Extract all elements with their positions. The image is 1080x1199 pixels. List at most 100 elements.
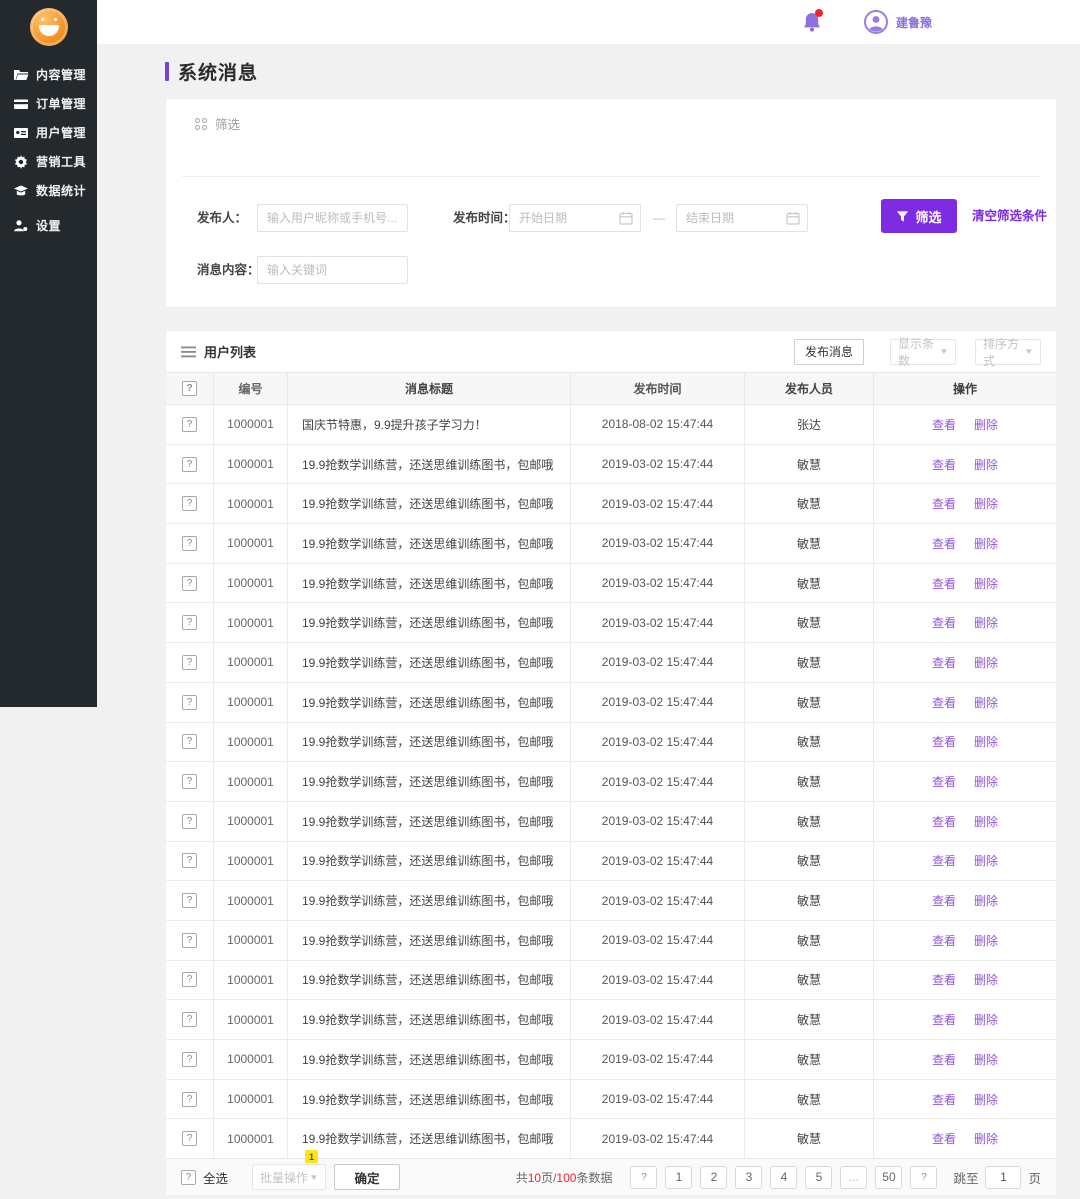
sidebar: 内容管理 订单管理 用户管理 营销工具 数据统计 设置	[0, 0, 97, 707]
delete-link[interactable]: 删除	[974, 1130, 998, 1147]
delete-link[interactable]: 删除	[974, 654, 998, 671]
user-menu[interactable]: 建鲁豫	[863, 10, 932, 34]
sort-order-dropdown[interactable]: 排序方式 ▼	[975, 337, 1041, 368]
view-link[interactable]: 查看	[932, 694, 956, 711]
row-checkbox[interactable]: ?	[182, 734, 197, 750]
delete-link[interactable]: 删除	[974, 416, 998, 433]
page-jump-input[interactable]	[985, 1165, 1022, 1189]
view-link[interactable]: 查看	[932, 773, 956, 790]
table-row: ? 1000001 19.9抢数学训练营，还送思维训练图书，包邮哦 2019-0…	[166, 1119, 1056, 1160]
row-checkbox[interactable]: ?	[182, 1012, 197, 1028]
publisher-input[interactable]	[257, 204, 408, 232]
view-link[interactable]: 查看	[932, 456, 956, 473]
cell-title: 19.9抢数学训练营，还送思维训练图书，包邮哦	[288, 801, 571, 841]
delete-link[interactable]: 删除	[974, 575, 998, 592]
sidebar-item-2[interactable]: 用户管理	[0, 118, 97, 147]
table-row: ? 1000001 19.9抢数学训练营，还送思维训练图书，包邮哦 2019-0…	[166, 1000, 1056, 1040]
view-link[interactable]: 查看	[932, 1130, 956, 1147]
prev-page-button[interactable]: ?	[630, 1165, 658, 1189]
delete-link[interactable]: 删除	[974, 971, 998, 988]
view-link[interactable]: 查看	[932, 614, 956, 631]
sidebar-item-0[interactable]: 内容管理	[0, 60, 97, 89]
view-link[interactable]: 查看	[932, 892, 956, 909]
delete-link[interactable]: 删除	[974, 456, 998, 473]
view-link[interactable]: 查看	[932, 575, 956, 592]
display-count-dropdown[interactable]: 显示条数 ▼	[890, 337, 956, 368]
clear-filters-link[interactable]: 清空筛选条件	[972, 199, 1047, 233]
row-checkbox[interactable]: ?	[182, 853, 197, 869]
notification-bell-icon[interactable]	[802, 9, 823, 33]
cell-title: 19.9抢数学训练营，还送思维训练图书，包邮哦	[288, 643, 571, 682]
view-link[interactable]: 查看	[932, 813, 956, 830]
row-checkbox[interactable]: ?	[182, 972, 197, 988]
page-button-2[interactable]: 2	[700, 1165, 728, 1189]
row-checkbox[interactable]: ?	[182, 416, 197, 432]
message-content-input[interactable]	[257, 256, 408, 284]
view-link[interactable]: 查看	[932, 416, 956, 433]
delete-link[interactable]: 删除	[974, 535, 998, 552]
app-logo-icon[interactable]	[29, 8, 68, 46]
row-checkbox[interactable]: ?	[182, 654, 197, 670]
delete-link[interactable]: 删除	[974, 1091, 998, 1108]
cell-id: 1000001	[214, 484, 288, 524]
page-button-50[interactable]: 50	[875, 1165, 903, 1189]
delete-link[interactable]: 删除	[974, 892, 998, 909]
confirm-button[interactable]: 确定	[334, 1164, 401, 1190]
view-link[interactable]: 查看	[932, 971, 956, 988]
delete-link[interactable]: 删除	[974, 614, 998, 631]
view-link[interactable]: 查看	[932, 733, 956, 750]
sidebar-item-3[interactable]: 营销工具	[0, 147, 97, 176]
page-button-5[interactable]: 5	[805, 1165, 833, 1189]
row-checkbox[interactable]: ?	[182, 774, 197, 790]
stats-icon	[13, 183, 29, 199]
delete-link[interactable]: 删除	[974, 694, 998, 711]
row-checkbox[interactable]: ?	[182, 496, 197, 512]
delete-link[interactable]: 删除	[974, 932, 998, 949]
row-checkbox[interactable]: ?	[182, 1131, 197, 1147]
select-all-checkbox[interactable]: ?	[182, 381, 197, 396]
cell-id: 1000001	[214, 603, 288, 643]
delete-link[interactable]: 删除	[974, 852, 998, 869]
publish-message-button[interactable]: 发布消息	[793, 338, 864, 365]
row-checkbox[interactable]: ?	[182, 456, 197, 472]
delete-link[interactable]: 删除	[974, 813, 998, 830]
row-checkbox[interactable]: ?	[182, 893, 197, 909]
row-checkbox[interactable]: ?	[182, 932, 197, 948]
view-link[interactable]: 查看	[932, 1091, 956, 1108]
sidebar-item-1[interactable]: 订单管理	[0, 89, 97, 118]
view-link[interactable]: 查看	[932, 654, 956, 671]
filter-button[interactable]: 筛选	[881, 199, 957, 233]
view-link[interactable]: 查看	[932, 1051, 956, 1068]
row-checkbox[interactable]: ?	[182, 1091, 197, 1107]
view-link[interactable]: 查看	[932, 495, 956, 512]
cell-id: 1000001	[214, 444, 288, 484]
row-checkbox[interactable]: ?	[182, 535, 197, 551]
delete-link[interactable]: 删除	[974, 1011, 998, 1028]
row-checkbox[interactable]: ?	[182, 1051, 197, 1067]
batch-action-dropdown[interactable]: 批量操作 ▼	[252, 1164, 327, 1190]
cell-publish-time: 2019-03-02 15:47:44	[571, 444, 745, 484]
delete-link[interactable]: 删除	[974, 495, 998, 512]
sidebar-item-5[interactable]: 设置	[0, 211, 97, 240]
row-checkbox[interactable]: ?	[182, 575, 197, 591]
table-footer: ? 全选 批量操作 ▼ 1 确定 共10页/100条数据 ? 1 2 3 4 5... 50…	[166, 1150, 1056, 1195]
row-checkbox[interactable]: ?	[182, 615, 197, 631]
view-link[interactable]: 查看	[932, 852, 956, 869]
row-checkbox[interactable]: ?	[182, 813, 197, 829]
view-link[interactable]: 查看	[932, 932, 956, 949]
sidebar-item-4[interactable]: 数据统计	[0, 176, 97, 205]
page-button-3[interactable]: 3	[735, 1165, 763, 1189]
delete-link[interactable]: 删除	[974, 1051, 998, 1068]
idcard-icon	[13, 125, 29, 141]
page-button-1[interactable]: 1	[665, 1165, 693, 1189]
cell-publish-time: 2019-03-02 15:47:44	[571, 524, 745, 563]
delete-link[interactable]: 删除	[974, 733, 998, 750]
next-page-button[interactable]: ?	[910, 1165, 938, 1189]
view-link[interactable]: 查看	[932, 1011, 956, 1028]
view-link[interactable]: 查看	[932, 535, 956, 552]
cell-publisher: 敏慧	[745, 762, 874, 801]
select-all-footer-checkbox[interactable]: ?	[181, 1169, 196, 1185]
delete-link[interactable]: 删除	[974, 773, 998, 790]
row-checkbox[interactable]: ?	[182, 694, 197, 710]
page-button-4[interactable]: 4	[770, 1165, 798, 1189]
